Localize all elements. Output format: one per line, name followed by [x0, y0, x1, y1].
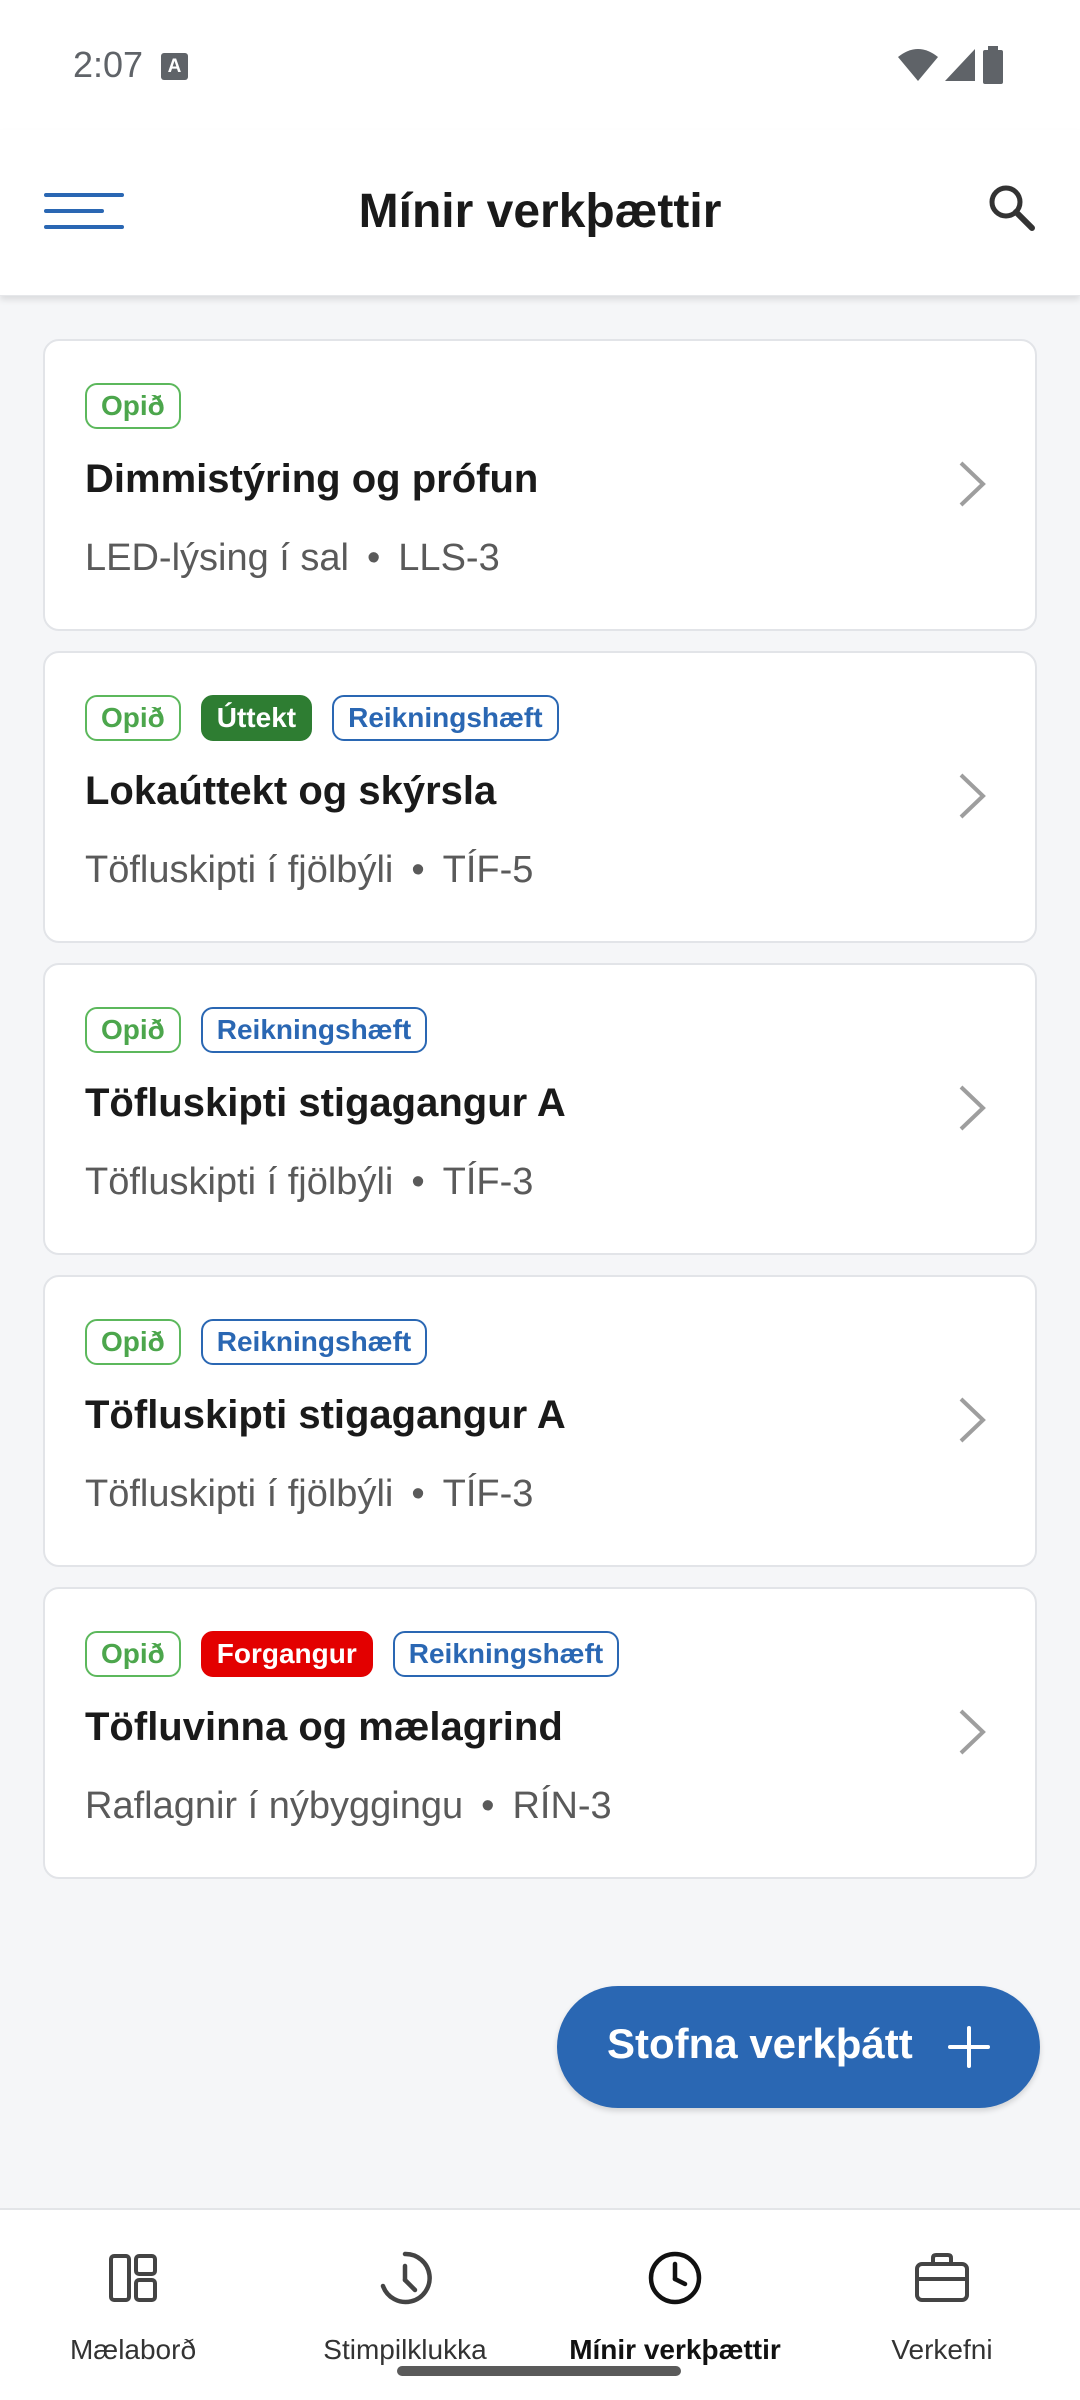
badge-row: Opið Reikningshæft — [85, 1007, 428, 1053]
status-bar: 2:07 A — [0, 0, 1080, 130]
task-project: Töfluskipti í fjölbýli — [85, 1473, 394, 1515]
plus-icon — [948, 2026, 990, 2068]
status-badge-open: Opið — [85, 1319, 181, 1365]
task-subtitle: Töfluskipti í fjölbýli • TÍF-3 — [85, 1161, 533, 1204]
status-time: 2:07 — [73, 44, 144, 85]
task-card[interactable]: Opið Reikningshæft Töfluskipti stigagang… — [43, 1275, 1037, 1567]
nav-label: Stimpilklukka — [323, 2334, 487, 2365]
home-indicator[interactable] — [397, 2366, 681, 2376]
task-title: Töfluskipti stigagangur A — [85, 1393, 566, 1437]
dashboard-icon — [109, 2254, 157, 2302]
search-icon — [989, 185, 1035, 231]
wifi-icon — [898, 49, 939, 81]
status-badge-open: Opið — [85, 1007, 181, 1053]
task-project: Raflagnir í nýbyggingu — [85, 1785, 464, 1827]
nav-item-my-tasks[interactable]: Mínir verkþættir — [545, 2210, 805, 2390]
clock-icon — [648, 2251, 702, 2305]
task-code: TÍF-3 — [442, 1161, 534, 1203]
status-badge-inspection: Úttekt — [200, 695, 313, 741]
separator-dot: • — [481, 1785, 495, 1827]
separator-dot: • — [411, 849, 425, 891]
nav-item-dashboard[interactable]: Mælaborð — [3, 2210, 263, 2390]
status-badge-billable: Reikningshæft — [332, 695, 559, 741]
task-project: Töfluskipti í fjölbýli — [85, 1161, 394, 1203]
task-project: Töfluskipti í fjölbýli — [85, 849, 394, 891]
task-title: Töfluskipti stigagangur A — [85, 1081, 566, 1125]
separator-dot: • — [411, 1161, 425, 1203]
task-code: TÍF-5 — [442, 849, 534, 891]
system-icons — [898, 46, 1005, 84]
status-badge-open: Opið — [85, 383, 181, 429]
notification-a-icon: A — [161, 53, 188, 80]
chevron-right-icon — [959, 773, 986, 819]
badge-row: Opið Forgangur Reikningshæft — [85, 1631, 620, 1677]
task-card[interactable]: Opið Dimmistýring og prófun LED-lýsing í… — [43, 339, 1037, 631]
app-bar: Mínir verkþættir — [0, 130, 1080, 296]
nav-label: Mínir verkþættir — [569, 2334, 781, 2365]
status-badge-open: Opið — [85, 1631, 181, 1677]
chevron-right-icon — [959, 1709, 986, 1755]
battery-icon — [983, 46, 1003, 84]
status-badge-billable: Reikningshæft — [200, 1007, 428, 1053]
status-badge-billable: Reikningshæft — [200, 1319, 428, 1365]
create-task-label: Stofna verkþátt — [607, 2020, 913, 2067]
search-button[interactable] — [982, 178, 1042, 238]
chevron-right-icon — [959, 1397, 986, 1443]
task-card[interactable]: Opið Úttekt Reikningshæft Lokaúttekt og … — [43, 651, 1037, 943]
task-title: Töfluvinna og mælagrind — [85, 1705, 563, 1749]
task-code: TÍF-3 — [442, 1473, 534, 1515]
status-badge-priority: Forgangur — [200, 1631, 373, 1677]
task-card[interactable]: Opið Forgangur Reikningshæft Töfluvinna … — [43, 1587, 1037, 1879]
task-code: RÍN-3 — [512, 1785, 612, 1827]
task-list: Opið Dimmistýring og prófun LED-lýsing í… — [43, 339, 1037, 1899]
status-badge-billable: Reikningshæft — [392, 1631, 620, 1677]
nav-item-projects[interactable]: Verkefni — [812, 2210, 1072, 2390]
task-subtitle: Raflagnir í nýbyggingu • RÍN-3 — [85, 1785, 612, 1828]
task-card[interactable]: Opið Reikningshæft Töfluskipti stigagang… — [43, 963, 1037, 1255]
signal-icon — [944, 49, 975, 81]
nav-label: Verkefni — [891, 2334, 993, 2365]
task-subtitle: Töfluskipti í fjölbýli • TÍF-3 — [85, 1473, 533, 1516]
badge-row: Opið — [85, 383, 181, 429]
task-title: Lokaúttekt og skýrsla — [85, 769, 497, 813]
task-code: LLS-3 — [398, 537, 500, 579]
task-subtitle: LED-lýsing í sal • LLS-3 — [85, 537, 500, 580]
separator-dot: • — [411, 1473, 425, 1515]
page-title: Mínir verkþættir — [358, 185, 722, 238]
create-task-button[interactable]: Stofna verkþátt — [557, 1986, 1040, 2108]
status-badge-open: Opið — [85, 695, 181, 741]
time-clock-icon — [380, 2251, 432, 2305]
chevron-right-icon — [959, 1085, 986, 1131]
nav-item-time-clock[interactable]: Stimpilklukka — [275, 2210, 535, 2390]
task-title: Dimmistýring og prófun — [85, 457, 539, 501]
task-subtitle: Töfluskipti í fjölbýli • TÍF-5 — [85, 849, 533, 892]
separator-dot: • — [366, 537, 381, 579]
briefcase-icon — [915, 2253, 969, 2302]
badge-row: Opið Úttekt Reikningshæft — [85, 695, 559, 741]
badge-row: Opið Reikningshæft — [85, 1319, 428, 1365]
nav-label: Mælaborð — [69, 2334, 197, 2365]
task-project: LED-lýsing í sal — [85, 537, 349, 579]
chevron-right-icon — [959, 461, 986, 507]
